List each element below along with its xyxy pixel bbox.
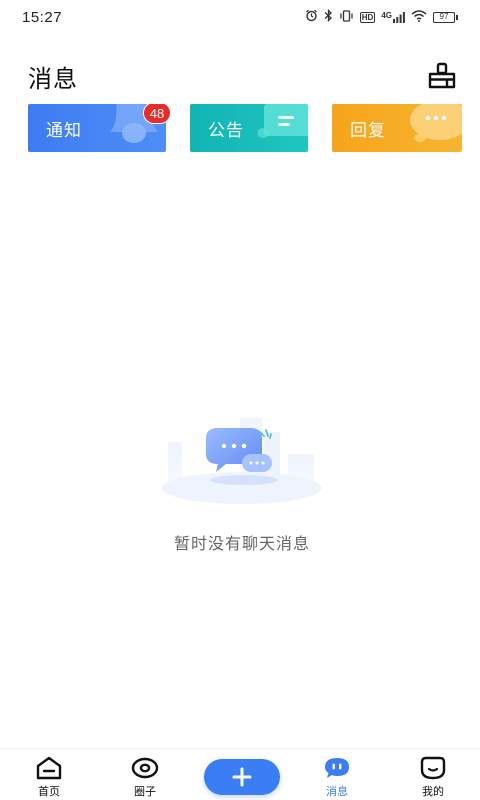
eye-icon bbox=[131, 755, 159, 781]
nav-item-messages[interactable]: 消息 bbox=[307, 755, 367, 800]
plus-icon bbox=[232, 767, 252, 787]
notification-label: 通知 bbox=[46, 121, 82, 141]
broom-icon bbox=[428, 62, 456, 89]
battery-icon: 97 bbox=[433, 11, 458, 23]
message-categories: 通知 48 公告 回复 bbox=[28, 104, 480, 154]
nav-item-me[interactable]: 我的 bbox=[403, 755, 463, 800]
status-time: 15:27 bbox=[22, 8, 63, 26]
reply-card[interactable]: 回复 bbox=[332, 104, 462, 152]
vibrate-icon bbox=[339, 9, 354, 25]
page-title: 消息 bbox=[28, 64, 78, 93]
nav-label-home: 首页 bbox=[38, 785, 60, 798]
wifi-icon bbox=[411, 9, 427, 25]
nav-label-me: 我的 bbox=[422, 785, 444, 798]
nav-label-circle: 圈子 bbox=[134, 785, 156, 798]
hd-icon: HD bbox=[359, 11, 376, 23]
status-bar: 15:27 HD 4G 97 bbox=[0, 0, 480, 34]
nav-label-messages: 消息 bbox=[326, 785, 348, 798]
header: 消息 bbox=[28, 58, 458, 94]
chat-bubble-icon bbox=[410, 104, 462, 142]
network-type: 4G bbox=[381, 10, 392, 20]
status-icons: HD 4G 97 bbox=[305, 8, 458, 25]
add-post-button[interactable] bbox=[204, 759, 280, 795]
reply-label: 回复 bbox=[350, 121, 386, 141]
nav-item-home[interactable]: 首页 bbox=[19, 755, 79, 800]
empty-chat-illustration bbox=[160, 414, 324, 510]
bluetooth-icon bbox=[324, 8, 333, 25]
document-icon bbox=[258, 104, 308, 138]
clear-messages-button[interactable] bbox=[426, 60, 458, 92]
notification-badge: 48 bbox=[143, 104, 171, 124]
message-icon bbox=[323, 755, 351, 781]
home-icon bbox=[35, 755, 63, 781]
battery-level: 97 bbox=[433, 11, 455, 23]
signal-icon: 4G bbox=[381, 10, 405, 23]
bottom-nav: 首页 圈子 消息 我的 bbox=[0, 748, 480, 800]
announcement-label: 公告 bbox=[208, 121, 244, 141]
alarm-icon bbox=[305, 9, 318, 25]
nav-item-circle[interactable]: 圈子 bbox=[115, 755, 175, 800]
empty-state-text: 暂时没有聊天消息 bbox=[173, 534, 310, 553]
announcement-card[interactable]: 公告 bbox=[190, 104, 308, 152]
face-icon bbox=[419, 755, 447, 781]
